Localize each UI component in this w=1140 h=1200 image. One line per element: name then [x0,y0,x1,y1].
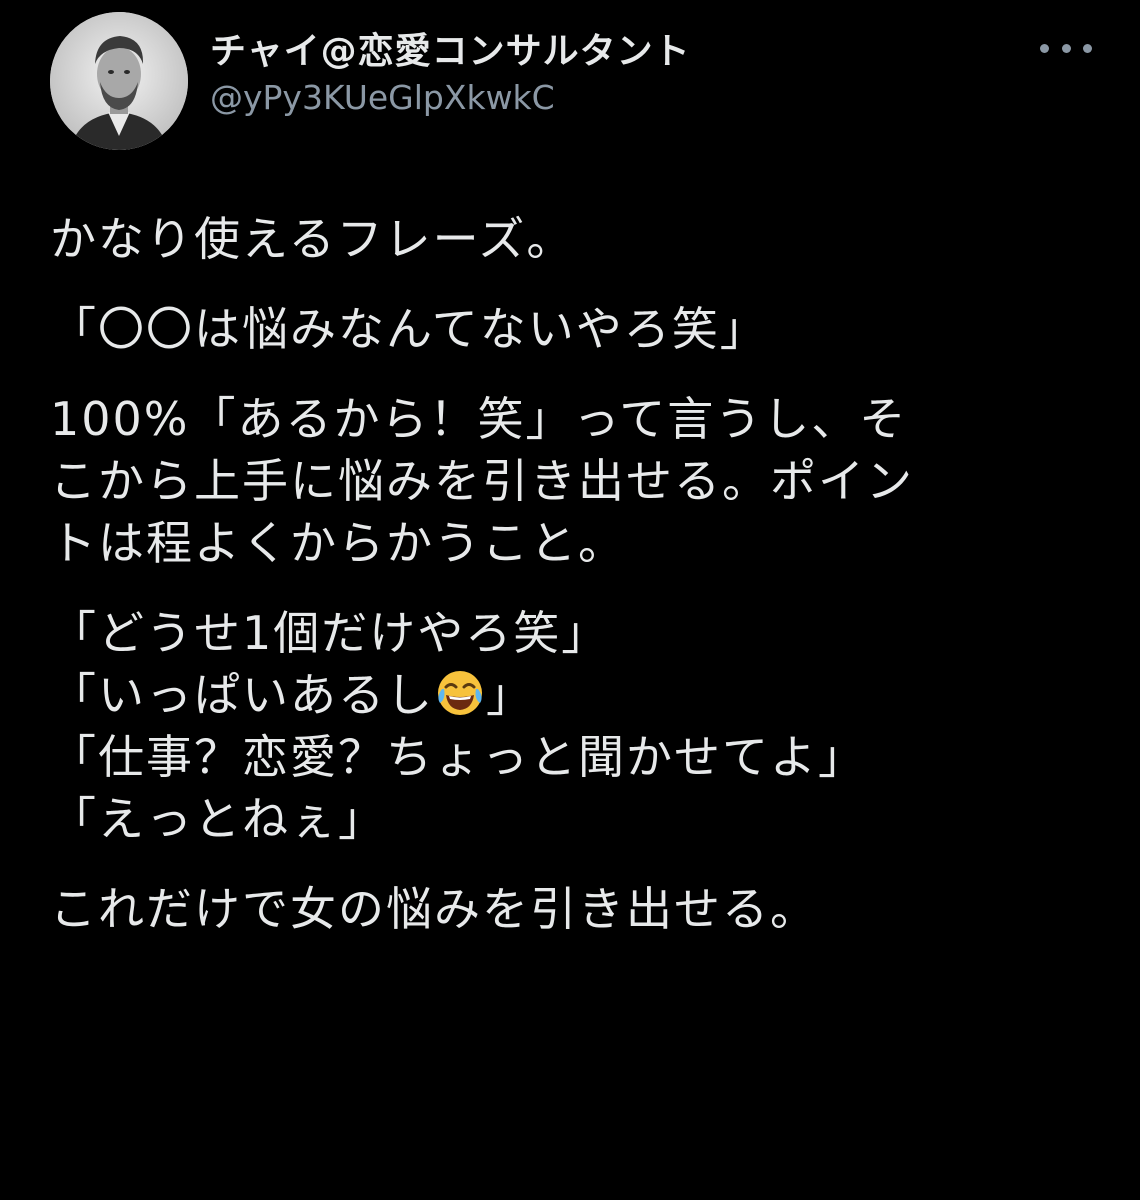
tweet-line: 「仕事？恋愛？ちょっと聞かせてよ」 [50,730,866,784]
tweet-line: 「いっぱいあるし 」 [50,664,1110,726]
tweet-line: 「どうせ1個だけやろ笑」 [50,606,610,660]
quote-text: 」 [486,668,534,722]
tweet-line: 「えっとねぇ」 [50,792,386,846]
tweet-line: 100%「あるから！笑」って言うし、そ [50,392,908,446]
tweet-line: これだけで女の悩みを引き出せる。 [50,882,818,936]
tweet-line: こから上手に悩みを引き出せる。ポイン [50,454,914,508]
tweet: チャイ@恋愛コンサルタント @yPy3KUeGlpXkwkC かなり使えるフレー… [0,0,1140,1200]
tweet-paragraph: 「どうせ1個だけやろ笑」 「いっぱいあるし 」 「仕事？恋愛？ちょっと聞かせてよ… [50,602,1110,850]
more-horizontal-icon [1083,43,1092,53]
portrait-photo-icon [50,12,188,150]
tweet-line: かなり使えるフレーズ。 [50,212,575,266]
tweet-text: かなり使えるフレーズ。 「〇〇は悩みなんてないやろ笑」 100%「あるから！笑」… [50,208,1110,940]
tweet-paragraph: これだけで女の悩みを引き出せる。 [50,878,1110,940]
more-horizontal-icon [1061,43,1071,53]
quote-text: 「いっぱいあるし [50,668,434,722]
tweet-paragraph: かなり使えるフレーズ。 [50,208,1110,270]
face-with-tears-of-joy-icon [438,671,482,715]
author-display-name[interactable]: チャイ@恋愛コンサルタント [210,22,691,74]
avatar[interactable] [50,12,188,150]
more-horizontal-icon [1040,43,1049,53]
tweet-paragraph: 「〇〇は悩みなんてないやろ笑」 [50,298,1110,360]
more-options-button[interactable] [1040,32,1092,64]
tweet-line: トは程よくからかうこと。 [50,516,626,570]
tweet-line: 「〇〇は悩みなんてないやろ笑」 [50,302,768,356]
author-handle[interactable]: @yPy3KUeGlpXkwkC [210,78,555,117]
tweet-paragraph: 100%「あるから！笑」って言うし、そ こから上手に悩みを引き出せる。ポイン ト… [50,388,1110,574]
